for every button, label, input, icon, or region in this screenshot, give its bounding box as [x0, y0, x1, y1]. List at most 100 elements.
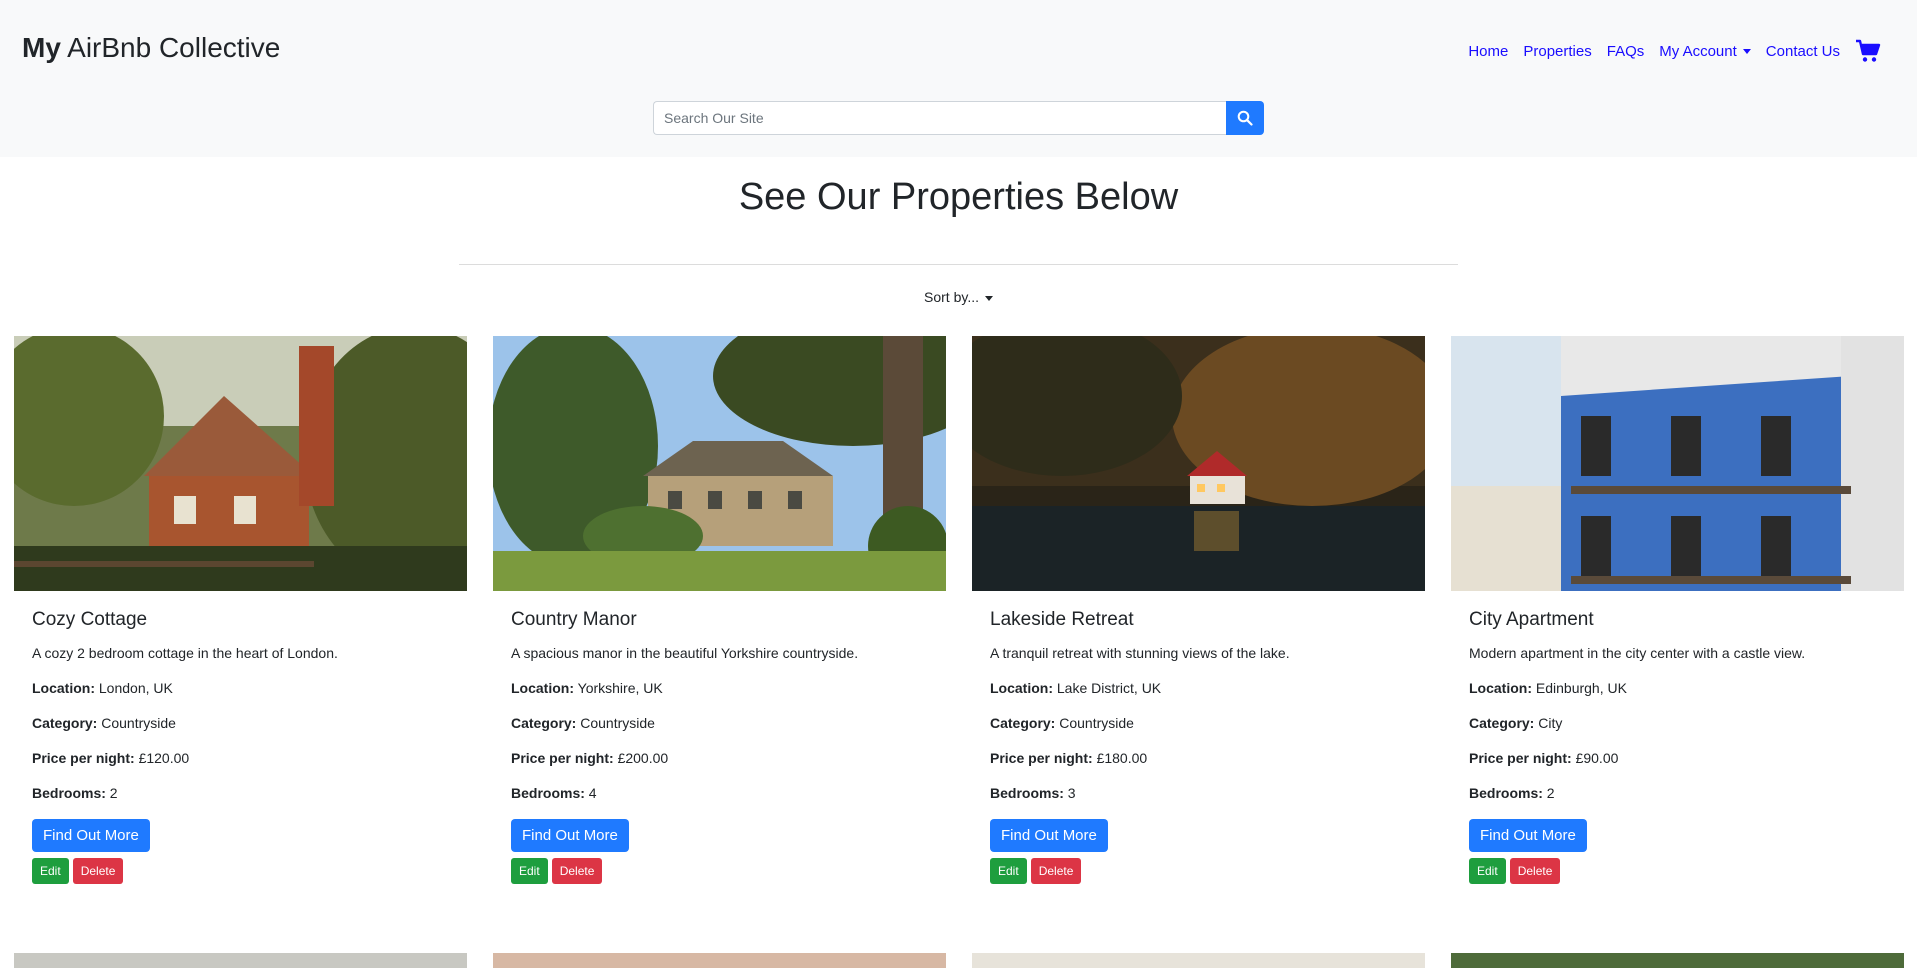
nav-my-account-label: My Account: [1659, 42, 1737, 60]
edit-button[interactable]: Edit: [1469, 858, 1506, 884]
page-title: See Our Properties Below: [738, 176, 1179, 218]
property-location: Location: London, UK: [32, 680, 449, 696]
search-input[interactable]: [653, 101, 1226, 135]
edit-button[interactable]: Edit: [32, 858, 69, 884]
delete-button[interactable]: Delete: [1509, 858, 1561, 884]
category-label: Category:: [990, 715, 1056, 731]
location-label: Location:: [511, 680, 574, 696]
location-label: Location:: [32, 680, 95, 696]
delete-button[interactable]: Delete: [1030, 858, 1082, 884]
delete-button[interactable]: Delete: [72, 858, 124, 884]
price-label: Price per night:: [32, 750, 135, 766]
property-price: Price per night: £200.00: [511, 750, 928, 766]
bedrooms-label: Bedrooms:: [1469, 785, 1543, 801]
property-name: City Apartment: [1469, 609, 1594, 630]
price-value: £200.00: [617, 750, 669, 766]
property-category: Category: Countryside: [32, 715, 449, 731]
property-card: Lakeside Retreat A tranquil retreat with…: [972, 336, 1425, 884]
nav-faqs[interactable]: FAQs: [1607, 43, 1645, 60]
category-value: Countryside: [101, 715, 176, 731]
property-name: Lakeside Retreat: [990, 609, 1134, 630]
property-category: Category: Countryside: [511, 715, 928, 731]
property-card: City Apartment Modern apartment in the c…: [1451, 336, 1904, 884]
property-bedrooms: Bedrooms: 4: [511, 785, 928, 801]
category-value: Countryside: [1059, 715, 1134, 731]
location-value: London, UK: [98, 680, 173, 696]
property-name: Cozy Cottage: [32, 609, 148, 630]
site-header: My AirBnb Collective Home Properties FAQ…: [0, 0, 1917, 157]
property-card: Country Manor A spacious manor in the be…: [493, 336, 946, 884]
property-image[interactable]: [14, 953, 467, 968]
find-out-more-button[interactable]: Find Out More: [511, 819, 629, 852]
property-price: Price per night: £180.00: [990, 750, 1407, 766]
property-image[interactable]: [1451, 953, 1904, 968]
find-out-more-button[interactable]: Find Out More: [990, 819, 1108, 852]
bedrooms-label: Bedrooms:: [511, 785, 585, 801]
property-image[interactable]: [972, 336, 1425, 591]
chevron-down-icon: [1742, 49, 1751, 55]
property-price: Price per night: £120.00: [32, 750, 449, 766]
property-bedrooms: Bedrooms: 2: [32, 785, 449, 801]
category-label: Category:: [32, 715, 98, 731]
property-location: Location: Lake District, UK: [990, 680, 1407, 696]
site-brand[interactable]: My AirBnb Collective: [22, 32, 280, 64]
bedrooms-label: Bedrooms:: [990, 785, 1064, 801]
search-button[interactable]: [1226, 101, 1264, 135]
cart-icon[interactable]: [1855, 38, 1881, 64]
location-value: Lake District, UK: [1056, 680, 1162, 696]
brand-bold: My: [22, 32, 61, 63]
find-out-more-button[interactable]: Find Out More: [32, 819, 150, 852]
property-description: A spacious manor in the beautiful Yorksh…: [511, 645, 859, 661]
property-image[interactable]: [972, 953, 1425, 968]
property-category: Category: City: [1469, 715, 1886, 731]
delete-button[interactable]: Delete: [551, 858, 603, 884]
property-category: Category: Countryside: [990, 715, 1407, 731]
property-location: Location: Edinburgh, UK: [1469, 680, 1886, 696]
brand-rest: AirBnb Collective: [60, 32, 281, 63]
edit-button[interactable]: Edit: [511, 858, 548, 884]
property-description: Modern apartment in the city center with…: [1469, 645, 1806, 661]
sort-dropdown[interactable]: Sort by...: [0, 289, 1917, 305]
bedrooms-value: 3: [1067, 785, 1076, 801]
category-label: Category:: [1469, 715, 1535, 731]
price-value: £180.00: [1096, 750, 1148, 766]
price-value: £90.00: [1575, 750, 1619, 766]
property-card: Cozy Cottage A cozy 2 bedroom cottage in…: [14, 336, 467, 884]
find-out-more-button[interactable]: Find Out More: [1469, 819, 1587, 852]
price-label: Price per night:: [511, 750, 614, 766]
property-image[interactable]: [493, 953, 946, 968]
search-icon: [1237, 110, 1253, 126]
main-nav: Home Properties FAQs My Account Contact …: [1453, 38, 1881, 64]
property-description: A cozy 2 bedroom cottage in the heart of…: [32, 645, 338, 661]
property-image[interactable]: [14, 336, 467, 591]
location-label: Location:: [1469, 680, 1532, 696]
bedrooms-value: 2: [109, 785, 118, 801]
bedrooms-label: Bedrooms:: [32, 785, 106, 801]
property-image[interactable]: [493, 336, 946, 591]
property-image[interactable]: [1451, 336, 1904, 591]
property-bedrooms: Bedrooms: 3: [990, 785, 1407, 801]
sort-label: Sort by...: [924, 289, 979, 305]
nav-properties[interactable]: Properties: [1523, 43, 1591, 60]
property-description: A tranquil retreat with stunning views o…: [990, 645, 1290, 661]
location-value: Edinburgh, UK: [1535, 680, 1627, 696]
property-price: Price per night: £90.00: [1469, 750, 1886, 766]
price-label: Price per night:: [990, 750, 1093, 766]
nav-home[interactable]: Home: [1468, 43, 1508, 60]
location-value: Yorkshire, UK: [577, 680, 663, 696]
property-bedrooms: Bedrooms: 2: [1469, 785, 1886, 801]
price-label: Price per night:: [1469, 750, 1572, 766]
divider: [459, 264, 1458, 265]
location-label: Location:: [990, 680, 1053, 696]
category-value: Countryside: [580, 715, 655, 731]
property-name: Country Manor: [511, 609, 637, 630]
search-bar: [653, 101, 1264, 135]
nav-contact[interactable]: Contact Us: [1766, 43, 1840, 60]
edit-button[interactable]: Edit: [990, 858, 1027, 884]
property-location: Location: Yorkshire, UK: [511, 680, 928, 696]
bedrooms-value: 2: [1546, 785, 1555, 801]
chevron-down-icon: [984, 295, 993, 301]
price-value: £120.00: [138, 750, 190, 766]
nav-my-account[interactable]: My Account: [1659, 43, 1751, 60]
category-value: City: [1538, 715, 1563, 731]
